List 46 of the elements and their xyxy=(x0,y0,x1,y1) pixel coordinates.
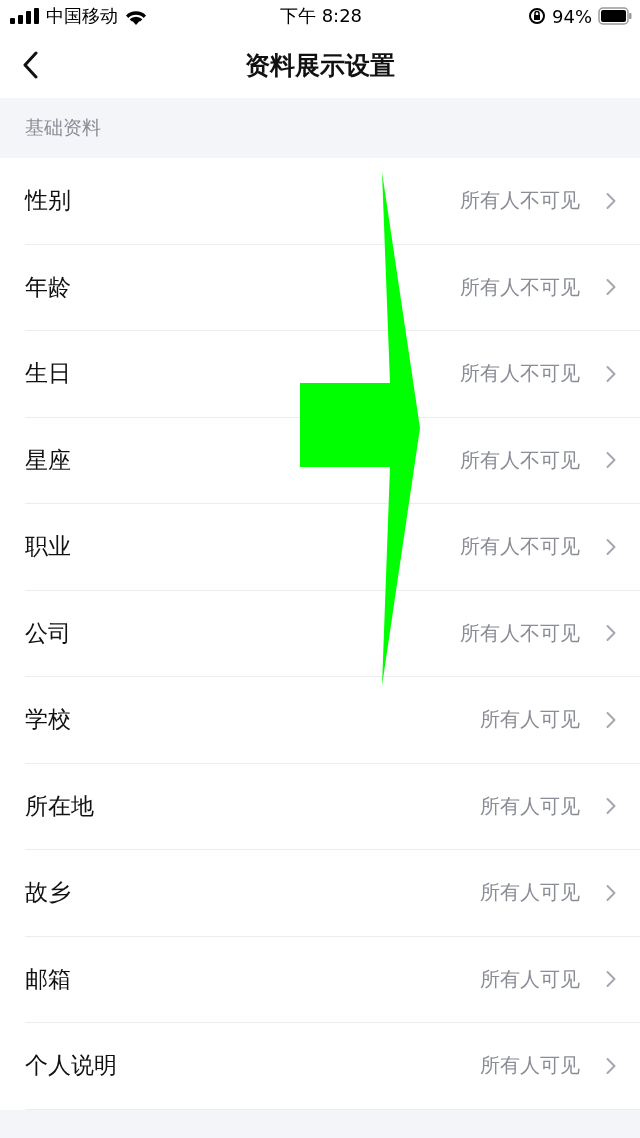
row-label: 职业 xyxy=(25,532,72,562)
status-time: 下午 8:28 xyxy=(279,4,363,28)
chevron-icon xyxy=(606,970,616,989)
chevron-icon xyxy=(606,710,616,729)
page-title: 资料展示设置 xyxy=(245,49,395,82)
chevron-icon xyxy=(606,364,616,383)
row-value: 所有人不可见 xyxy=(460,360,580,388)
battery-percent: 94% xyxy=(552,5,592,27)
row-value: 所有人不可见 xyxy=(460,533,580,561)
row-label: 公司 xyxy=(25,618,72,648)
row-value: 所有人不可见 xyxy=(460,187,580,215)
carrier-name: 中国移动 xyxy=(46,4,118,28)
chevron-icon xyxy=(606,1056,616,1075)
row-label: 故乡 xyxy=(25,878,72,908)
row-value: 所有人可见 xyxy=(480,965,580,993)
settings-row[interactable]: 邮箱 所有人可见 xyxy=(25,936,640,1023)
row-label: 性别 xyxy=(25,186,72,216)
row-label: 学校 xyxy=(25,705,72,735)
row-value: 所有人不可见 xyxy=(460,273,580,301)
chevron-icon xyxy=(606,797,616,816)
battery-icon xyxy=(598,7,632,25)
row-value: 所有人不可见 xyxy=(460,446,580,474)
row-value: 所有人可见 xyxy=(480,879,580,907)
rotation-lock-icon xyxy=(528,7,546,25)
chevron-icon xyxy=(606,624,616,643)
settings-row[interactable]: 个人说明 所有人可见 xyxy=(25,1023,640,1110)
row-value: 所有人可见 xyxy=(480,706,580,734)
row-label: 年龄 xyxy=(25,272,72,302)
row-value: 所有人可见 xyxy=(480,792,580,820)
row-label: 生日 xyxy=(25,359,72,389)
row-label: 邮箱 xyxy=(25,964,72,994)
chevron-icon xyxy=(606,883,616,902)
signal-icon xyxy=(10,8,40,24)
chevron-icon xyxy=(606,191,616,210)
row-value: 所有人不可见 xyxy=(460,619,580,647)
settings-row[interactable]: 故乡 所有人可见 xyxy=(25,850,640,937)
chevron-icon xyxy=(606,451,616,470)
row-label: 所在地 xyxy=(25,791,95,821)
row-value: 所有人可见 xyxy=(480,1052,580,1080)
row-label: 个人说明 xyxy=(25,1051,118,1081)
chevron-icon xyxy=(606,537,616,556)
chevron-icon xyxy=(606,278,616,297)
settings-row[interactable]: 学校 所有人可见 xyxy=(25,677,640,764)
section-title: 基础资料 xyxy=(25,115,101,140)
row-label: 星座 xyxy=(25,445,72,475)
settings-row[interactable]: 所在地 所有人可见 xyxy=(25,763,640,850)
